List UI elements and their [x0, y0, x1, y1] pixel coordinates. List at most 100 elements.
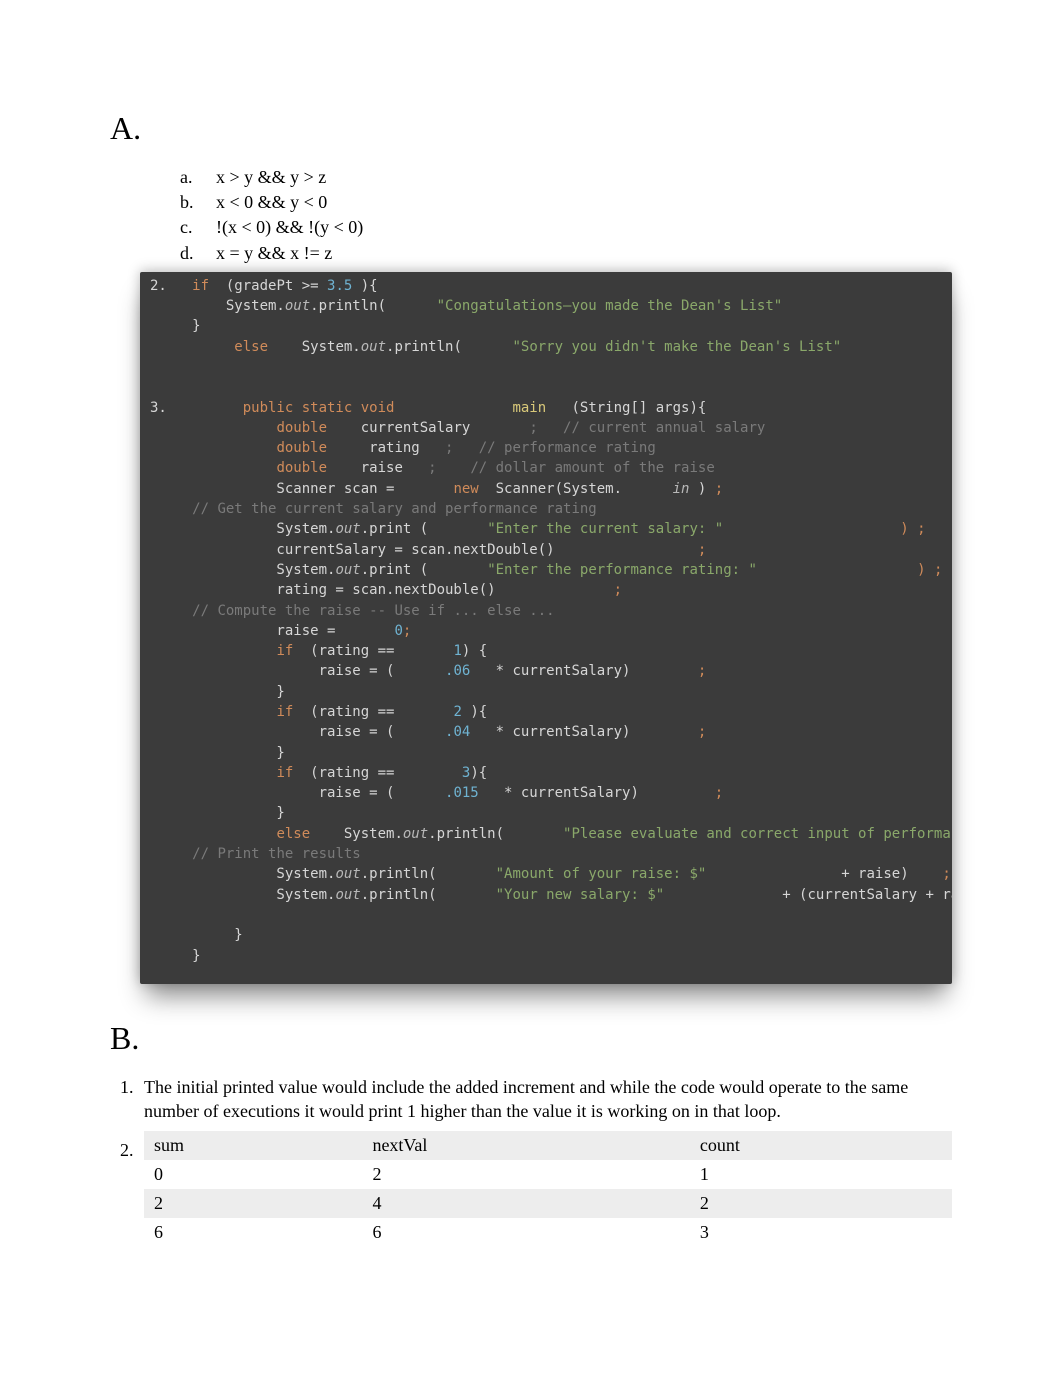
code-text: .print (	[361, 521, 428, 537]
cell: 3	[690, 1218, 952, 1247]
string-literal: "Please evaluate and correct input of pe…	[563, 826, 952, 842]
keyword-double: double	[276, 420, 327, 436]
code-text: .print (	[361, 562, 428, 578]
code-block: 2. if (gradePt >= 3.5 ){ System.out.prin…	[140, 272, 952, 984]
list-marker: d.	[180, 241, 198, 266]
section-b-list: The initial printed value would include …	[138, 1075, 952, 1248]
number-literal: 2	[453, 704, 461, 720]
number-literal: 3.5	[327, 278, 352, 294]
code-text: System.	[150, 887, 335, 903]
code-text: )	[689, 481, 706, 497]
cell: 6	[362, 1218, 689, 1247]
semicolon: ;	[614, 582, 622, 598]
number-literal: 1	[453, 643, 461, 659]
b-item-2: sum nextVal count 0 2 1 2 4 2 6 6 3	[138, 1131, 952, 1247]
keyword-new: new	[453, 481, 478, 497]
semicolon: ;	[715, 785, 723, 801]
keyword-double: double	[276, 440, 327, 456]
out-member: out	[361, 339, 386, 355]
code-text: (rating ==	[293, 643, 403, 659]
keyword-if: if	[276, 765, 293, 781]
trace-table: sum nextVal count 0 2 1 2 4 2 6 6 3	[144, 1131, 952, 1247]
col-count: count	[690, 1131, 952, 1160]
code-line-number: 2.	[150, 278, 167, 294]
keyword-if: if	[276, 704, 293, 720]
comment: // Get the current salary and performanc…	[192, 501, 597, 517]
section-b-heading: B.	[110, 1020, 952, 1057]
list-marker: a.	[180, 165, 198, 190]
code-text: .println(	[386, 339, 462, 355]
comment: ; // performance rating	[445, 440, 656, 456]
semicolon: ;	[698, 663, 706, 679]
string-literal: "Your new salary: $"	[496, 887, 665, 903]
code-text: }	[150, 745, 285, 761]
code-text: }	[150, 318, 201, 334]
in-member: in	[673, 481, 690, 497]
semicolon: ;	[698, 542, 706, 558]
code-text: ){	[352, 278, 377, 294]
list-marker: b.	[180, 190, 198, 215]
code-text: (gradePt >=	[209, 278, 327, 294]
code-text: (String[] args){	[546, 400, 706, 416]
semicolon: ;	[917, 521, 925, 537]
out-member: out	[335, 521, 360, 537]
code-text: (rating ==	[293, 704, 403, 720]
string-literal: "Amount of your raise: $"	[496, 866, 707, 882]
comment: // Print the results	[192, 846, 361, 862]
code-text: raise	[327, 460, 428, 476]
document-page: A. a. x > y && y > z b. x < 0 && y < 0 c…	[0, 0, 1062, 1315]
cell: 2	[690, 1189, 952, 1218]
main-fn: main	[512, 400, 546, 416]
expr-item-a: a. x > y && y > z	[180, 165, 952, 190]
out-member: out	[335, 562, 360, 578]
table-row: 0 2 1	[144, 1160, 952, 1189]
semicolon: ;	[715, 481, 723, 497]
cell: 2	[362, 1160, 689, 1189]
out-member: out	[335, 866, 360, 882]
code-text: currentSalary	[327, 420, 470, 436]
string-literal: "Sorry you didn't make the Dean's List"	[512, 339, 841, 355]
number-literal: 0	[394, 623, 402, 639]
code-text: + (currentSalary + raise))	[774, 887, 952, 903]
code-text: ) {	[462, 643, 487, 659]
keyword-double: double	[276, 460, 327, 476]
cell: 6	[144, 1218, 362, 1247]
section-a-heading: A.	[110, 110, 952, 147]
semicolon: ;	[934, 562, 942, 578]
list-marker: c.	[180, 215, 198, 240]
paren: )	[917, 562, 925, 578]
col-sum: sum	[144, 1131, 362, 1160]
code-text: raise = (	[150, 785, 394, 801]
code-text: }	[150, 805, 285, 821]
comment: ; // current annual salary	[529, 420, 765, 436]
expr-text: x > y && y > z	[216, 165, 326, 190]
paren: )	[900, 521, 908, 537]
code-text: rating = scan.nextDouble()	[150, 582, 496, 598]
code-text: (rating ==	[293, 765, 403, 781]
cell: 2	[144, 1189, 362, 1218]
code-text: * currentSalary)	[479, 785, 639, 801]
code-text: raise = (	[150, 663, 394, 679]
code-text: currentSalary = scan.nextDouble()	[150, 542, 555, 558]
code-text: ){	[462, 704, 487, 720]
b-item-text: The initial printed value would include …	[144, 1077, 908, 1121]
code-text: raise = (	[150, 724, 394, 740]
out-member: out	[285, 298, 310, 314]
cell: 0	[144, 1160, 362, 1189]
expr-text: !(x < 0) && !(y < 0)	[216, 215, 363, 240]
table-row: 2 4 2	[144, 1189, 952, 1218]
keyword-else: else	[276, 826, 310, 842]
code-text: + raise)	[833, 866, 909, 882]
out-member: out	[335, 887, 360, 903]
keyword-else: else	[192, 339, 268, 355]
col-nextval: nextVal	[362, 1131, 689, 1160]
cell: 4	[362, 1189, 689, 1218]
b-item-1: The initial printed value would include …	[138, 1075, 952, 1124]
code-text: System.	[150, 521, 335, 537]
code-text: System.	[150, 866, 335, 882]
code-text: raise =	[150, 623, 344, 639]
code-text: System.	[150, 562, 335, 578]
number-literal: .04	[445, 724, 470, 740]
code-text: Scanner(System.	[479, 481, 622, 497]
code-text: rating	[327, 440, 445, 456]
